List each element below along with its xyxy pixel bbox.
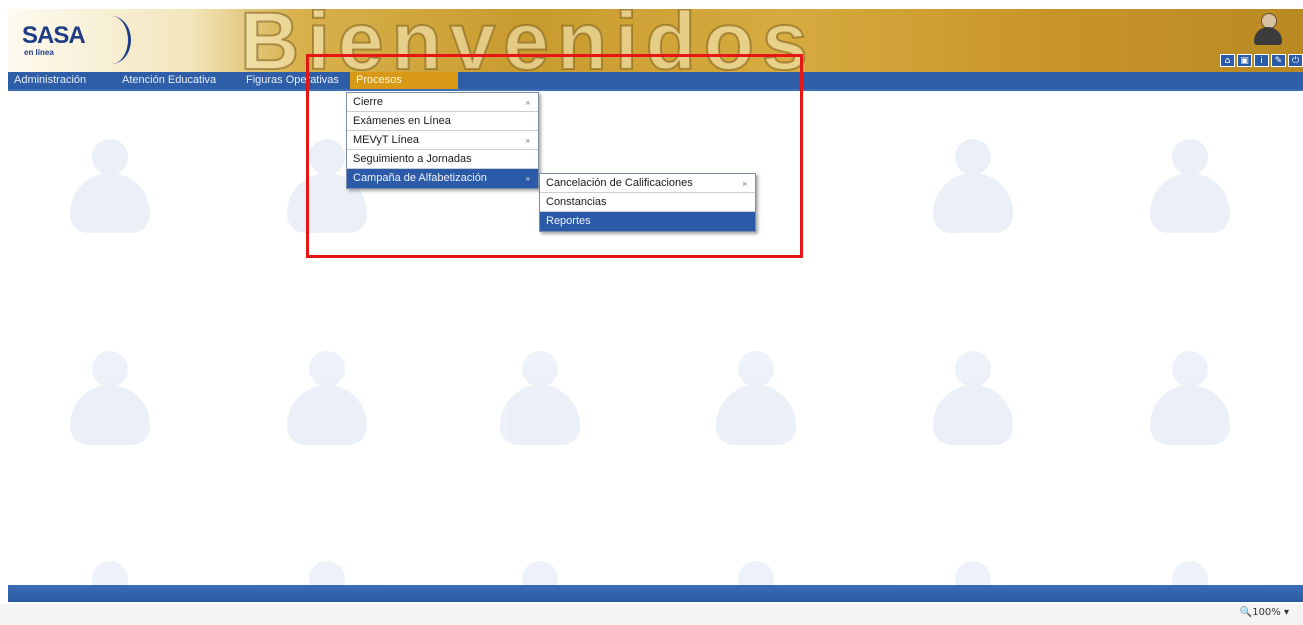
watermark-person-icon bbox=[1150, 139, 1230, 234]
watermark-person-icon bbox=[716, 561, 796, 585]
watermark-person-icon bbox=[500, 351, 580, 446]
sasa-logo[interactable]: SASA en línea bbox=[14, 14, 131, 69]
home-icon[interactable]: ⌂ bbox=[1220, 54, 1235, 67]
watermark-person-icon bbox=[933, 561, 1013, 585]
highlight-annotation-box bbox=[306, 54, 803, 258]
zoom-control[interactable]: 🔍100% ▾ bbox=[1240, 607, 1289, 618]
watermark-person-icon bbox=[70, 351, 150, 446]
user-avatar-icon bbox=[1251, 11, 1285, 47]
edit-icon[interactable]: ✎ bbox=[1271, 54, 1286, 67]
watermark-person-icon bbox=[70, 139, 150, 234]
watermark-person-icon bbox=[1150, 561, 1230, 585]
watermark-person-icon bbox=[70, 561, 150, 585]
footer-bar bbox=[8, 585, 1303, 602]
browser-statusbar: 🔍100% ▾ bbox=[0, 604, 1303, 625]
info-icon[interactable]: i bbox=[1254, 54, 1269, 67]
watermark-person-icon bbox=[500, 561, 580, 585]
exit-icon[interactable]: ⏻ bbox=[1288, 54, 1303, 67]
logo-subtext: en línea bbox=[24, 48, 54, 57]
watermark-person-icon bbox=[933, 351, 1013, 446]
menu-item-atencion-educativa[interactable]: Atención Educativa bbox=[116, 72, 240, 89]
logo-swoosh-icon bbox=[92, 16, 131, 64]
watermark-person-icon bbox=[287, 561, 367, 585]
watermark-person-icon bbox=[287, 351, 367, 446]
toolbar-icons: ⌂ ▣ i ✎ ⏻ bbox=[1220, 54, 1303, 67]
watermark-person-icon bbox=[716, 351, 796, 446]
watermark-person-icon bbox=[933, 139, 1013, 234]
window-icon[interactable]: ▣ bbox=[1237, 54, 1252, 67]
watermark-person-icon bbox=[1150, 351, 1230, 446]
menu-item-administracion[interactable]: Administración bbox=[8, 72, 116, 89]
logo-text: SASA bbox=[22, 22, 86, 49]
